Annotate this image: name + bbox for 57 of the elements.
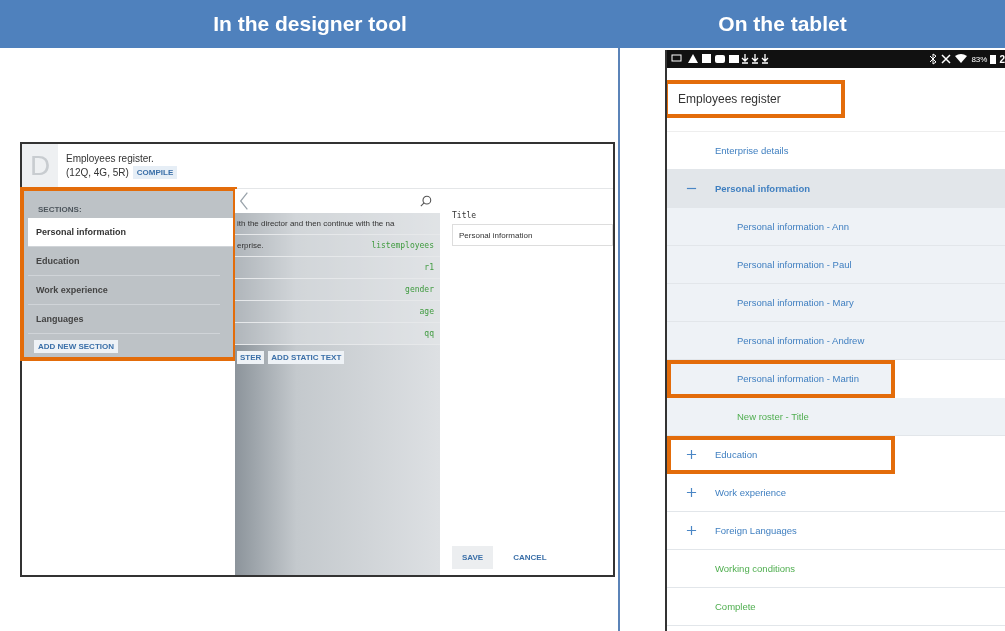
tree-item[interactable]: Work experience [667,474,1005,512]
tree-item[interactable]: New roster - Title [667,398,1005,436]
section-item[interactable]: Personal information [28,218,235,247]
variable-name: r1 [424,263,434,272]
tree-item-label: Personal information [715,183,810,194]
question-text: ith the director and then continue with the na [237,219,395,228]
tree-item-label: Personal information - Ann [737,221,849,232]
variable-name: gender [405,285,434,294]
tree-item[interactable]: Personal information - Paul [667,246,1005,284]
search-icon[interactable] [420,195,432,207]
battery-percent: 83% [971,54,988,64]
tree-item[interactable]: Working conditions [667,550,1005,588]
title-input-field[interactable]: Personal information [452,224,613,246]
tree-item[interactable]: Education [667,436,895,474]
tree-item[interactable]: Personal information - Ann [667,208,1005,246]
app-title: Employees register [667,80,845,118]
section-item[interactable]: Education [28,247,220,276]
add-item-button[interactable]: ADD STATIC TEXT [268,351,345,364]
question-text: erprise. [237,241,264,250]
tree-item-label: Personal information - Martin [737,373,859,384]
battery-icon [990,54,997,64]
tree-item-label: Work experience [715,487,787,498]
section-item[interactable]: Languages [28,305,220,334]
tree-item[interactable]: Foreign Languages [667,512,1005,550]
tree-item-label: Complete [715,601,756,612]
expand-icon[interactable] [685,487,697,498]
tree-item[interactable]: Personal information - Martin [667,360,895,398]
panel-heading: On the tablet [717,12,848,36]
variable-name: listemployees [371,241,434,250]
tree-item-label: Personal information - Mary [737,297,854,308]
tree-item[interactable]: Complete [667,588,1005,626]
sections-label: SECTIONS: [38,205,83,214]
section-item[interactable]: Work experience [28,276,220,305]
tree-item-label: Enterprise details [715,145,789,156]
connectivity-icons-drawing [928,53,969,65]
add-item-button[interactable]: STER [237,351,265,364]
tree-item[interactable]: Personal information - Andrew [667,322,1005,360]
save-button[interactable]: SAVE [452,546,494,569]
add-section-button[interactable]: ADD NEW SECTION [34,340,118,353]
tree-item-label: Personal information - Paul [737,259,852,270]
tree-item-label: Education [715,449,758,460]
panel-heading: In the designer tool [212,12,408,36]
expand-icon[interactable] [685,525,697,536]
questionnaire-title: Employees register. [66,153,155,164]
variable-name: age [419,307,434,316]
expand-icon[interactable] [685,449,697,460]
tree-item[interactable]: Personal information [667,170,1005,208]
compile-button[interactable]: COMPILE [132,166,178,179]
counts-text: (12Q, 4G, 5R) [66,167,129,178]
tree-item[interactable]: Personal information - Mary [667,284,1005,322]
variable-name: qq [424,329,434,338]
field-label: Title [452,211,478,220]
clock-text: 2 [999,53,1005,65]
tree-item-label: New roster - Title [737,411,809,422]
tree-item-label: Personal information - Andrew [737,335,865,346]
tree-item-label: Working conditions [715,563,796,574]
tree-item-label: Foreign Languages [715,525,797,536]
